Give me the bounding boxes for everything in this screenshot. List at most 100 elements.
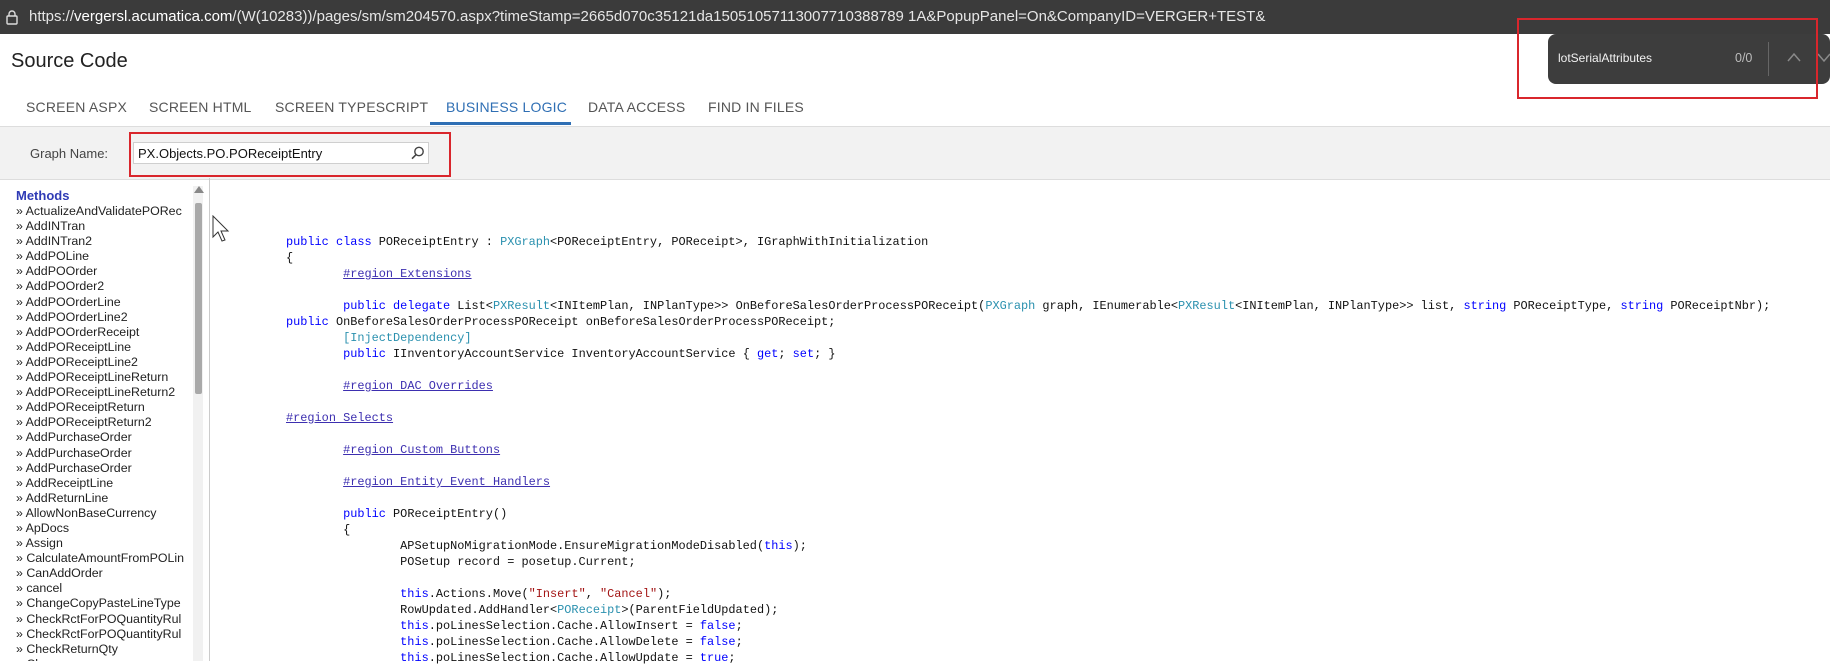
- code-token: ,: [585, 587, 600, 601]
- method-list-item[interactable]: » ActualizeAndValidatePORec: [16, 204, 184, 219]
- code-token: ;: [778, 347, 793, 361]
- method-list-item[interactable]: » AddPOReceiptLine: [16, 340, 184, 355]
- code-token: OnBeforeSalesOrderProcessPOReceipt onBef…: [335, 315, 836, 329]
- method-list-item[interactable]: » AddPurchaseOrder: [16, 446, 184, 461]
- code-token: [InjectDependency]: [286, 331, 472, 345]
- tab-screen-aspx[interactable]: SCREEN ASPX: [26, 99, 127, 115]
- tab-data-access[interactable]: DATA ACCESS: [588, 99, 685, 115]
- tab-screen-typescript[interactable]: SCREEN TYPESCRIPT: [275, 99, 428, 115]
- method-list-item[interactable]: » AddPurchaseOrder: [16, 430, 184, 445]
- code-token: PXResult: [1178, 299, 1236, 313]
- methods-panel: Methods » ActualizeAndValidatePORec» Add…: [8, 186, 205, 661]
- code-token: public: [343, 347, 394, 361]
- tab-business-logic[interactable]: BUSINESS LOGIC: [446, 99, 567, 115]
- method-list-item[interactable]: » AddPOReceiptLine2: [16, 355, 184, 370]
- method-list-item[interactable]: » CheckRctForPOQuantityRul: [16, 612, 184, 627]
- code-token: List<: [457, 299, 493, 313]
- find-separator: [1768, 42, 1769, 76]
- method-list-item[interactable]: » AddPOLine: [16, 249, 184, 264]
- code-line: RowUpdated.AddHandler<POReceipt>(ParentF…: [286, 602, 1770, 618]
- code-token: RowUpdated.AddHandler<: [286, 603, 558, 617]
- method-list-item[interactable]: » AllowNonBaseCurrency: [16, 506, 184, 521]
- code-token: false: [699, 635, 736, 649]
- method-list-item[interactable]: » Clear: [16, 657, 184, 661]
- browser-url-bar[interactable]: https://vergersl.acumatica.com/(W(10283)…: [0, 0, 1830, 34]
- code-line: #region Custom Buttons: [286, 442, 1770, 458]
- method-list-item[interactable]: » CalculateAmountFromPOLin: [16, 551, 184, 566]
- code-token: public delegate: [343, 299, 458, 313]
- method-list-item[interactable]: » AddPOOrderReceipt: [16, 325, 184, 340]
- code-token: POReceiptEntry(): [393, 507, 508, 521]
- find-input[interactable]: [1558, 51, 1708, 65]
- source-code-view[interactable]: public class POReceiptEntry : PXGraph<PO…: [286, 234, 1770, 666]
- method-list-item[interactable]: » AddPOReceiptReturn: [16, 400, 184, 415]
- method-list-item[interactable]: » CheckReturnQty: [16, 642, 184, 657]
- code-line: this.Actions.Move("Insert", "Cancel");: [286, 586, 1770, 602]
- region-link[interactable]: #region Custom Buttons: [343, 443, 500, 457]
- graph-name-input[interactable]: [133, 142, 429, 164]
- region-link[interactable]: #region Selects: [286, 411, 393, 425]
- method-list-item[interactable]: » AddINTran: [16, 219, 184, 234]
- method-list: » ActualizeAndValidatePORec» AddINTran» …: [16, 204, 184, 661]
- code-token: this: [400, 619, 429, 633]
- method-list-item[interactable]: » AddINTran2: [16, 234, 184, 249]
- code-token: this: [400, 651, 429, 665]
- code-token: >(ParentFieldUpdated);: [621, 603, 779, 617]
- method-list-item[interactable]: » AddPOOrder: [16, 264, 184, 279]
- methods-title: Methods: [16, 188, 70, 203]
- code-token: {: [286, 523, 351, 537]
- code-token: ;: [735, 635, 743, 649]
- method-list-item[interactable]: » AddPOReceiptLineReturn2: [16, 385, 184, 400]
- method-list-item[interactable]: » AddPOReceiptReturn2: [16, 415, 184, 430]
- find-match-count: 0/0: [1735, 51, 1753, 65]
- code-line: {: [286, 250, 1770, 266]
- method-list-item[interactable]: » AddReceiptLine: [16, 476, 184, 491]
- tab-screen-html[interactable]: SCREEN HTML: [149, 99, 252, 115]
- tab-find-in-files[interactable]: FIND IN FILES: [708, 99, 804, 115]
- pane-divider[interactable]: [209, 178, 210, 661]
- scroll-up-arrow-icon[interactable]: [194, 186, 204, 193]
- code-line: #region DAC Overrides: [286, 378, 1770, 394]
- code-token: "Insert": [528, 587, 586, 601]
- method-list-item[interactable]: » AddPurchaseOrder: [16, 461, 184, 476]
- code-token: .Actions.Move(: [428, 587, 529, 601]
- method-list-item[interactable]: » AddPOOrderLine2: [16, 310, 184, 325]
- code-token: );: [792, 539, 807, 553]
- method-list-item[interactable]: » AddPOOrderLine: [16, 295, 184, 310]
- region-link[interactable]: #region Entity Event Handlers: [343, 475, 550, 489]
- method-list-item[interactable]: » CanAddOrder: [16, 566, 184, 581]
- region-link[interactable]: #region DAC Overrides: [343, 379, 493, 393]
- mouse-cursor-icon: [212, 215, 230, 242]
- url-text[interactable]: https://vergersl.acumatica.com/(W(10283)…: [29, 8, 1265, 25]
- method-list-item[interactable]: » AddPOOrder2: [16, 279, 184, 294]
- code-token: string: [1463, 299, 1507, 313]
- methods-scrollbar-thumb[interactable]: [195, 203, 202, 394]
- region-link[interactable]: #region Extensions: [343, 267, 471, 281]
- method-list-item[interactable]: » ChangeCopyPasteLineType: [16, 596, 184, 611]
- chevron-up-icon[interactable]: [1786, 51, 1802, 63]
- method-list-item[interactable]: » cancel: [16, 581, 184, 596]
- method-list-item[interactable]: » AddReturnLine: [16, 491, 184, 506]
- code-line: public IInventoryAccountService Inventor…: [286, 346, 1770, 362]
- page-title: Source Code: [11, 50, 128, 72]
- search-icon[interactable]: [410, 145, 426, 161]
- chevron-down-icon[interactable]: [1816, 51, 1830, 63]
- code-token: public class: [286, 235, 379, 249]
- code-token: this: [764, 539, 793, 553]
- method-list-item[interactable]: » AddPOReceiptLineReturn: [16, 370, 184, 385]
- code-token: string: [1620, 299, 1664, 313]
- code-token: public: [343, 507, 394, 521]
- tab-bar: SCREEN ASPX SCREEN HTML SCREEN TYPESCRIP…: [0, 88, 1830, 126]
- method-list-item[interactable]: » Assign: [16, 536, 184, 551]
- method-list-item[interactable]: » CheckRctForPOQuantityRul: [16, 627, 184, 642]
- method-list-item[interactable]: » ApDocs: [16, 521, 184, 536]
- code-token: POReceiptEntry :: [378, 235, 501, 249]
